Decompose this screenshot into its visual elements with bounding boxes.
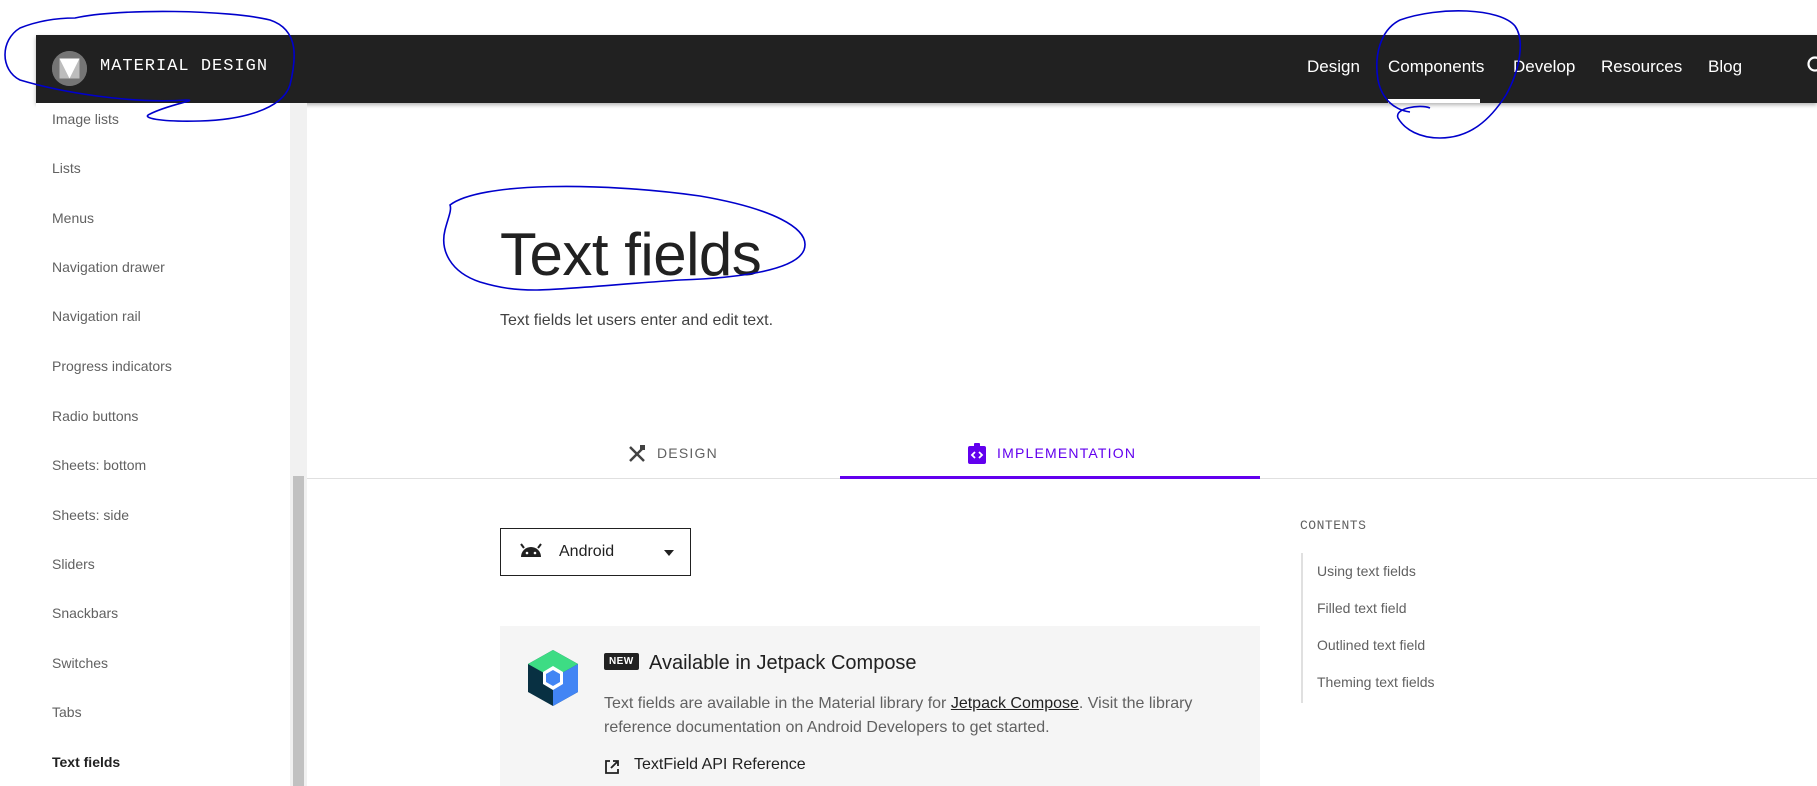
sidebar-item-menus[interactable]: Menus	[52, 210, 94, 226]
sidebar-item-switches[interactable]: Switches	[52, 655, 108, 671]
jetpack-compose-logo-icon	[528, 650, 578, 706]
nav-develop[interactable]: Develop	[1513, 57, 1575, 77]
nav-resources[interactable]: Resources	[1601, 57, 1682, 77]
contents-rail	[1301, 553, 1303, 703]
toc-item-outlined-text-field[interactable]: Outlined text field	[1317, 637, 1425, 653]
jetpack-compose-link[interactable]: Jetpack Compose	[951, 695, 1079, 712]
compose-callout-card: NEW Available in Jetpack Compose Text fi…	[500, 626, 1260, 786]
sidebar-item-lists[interactable]: Lists	[52, 160, 81, 176]
tab-active-indicator	[840, 476, 1260, 479]
platform-select[interactable]: Android	[500, 528, 691, 576]
sidebar-scrollbar-thumb[interactable]	[293, 476, 304, 786]
nav-active-indicator	[1388, 99, 1480, 103]
sidebar-item-navigation-rail[interactable]: Navigation rail	[52, 308, 141, 324]
sidebar-item-sheets-side[interactable]: Sheets: side	[52, 507, 129, 523]
compose-card-body-pre: Text fields are available in the Materia…	[604, 695, 951, 712]
open-in-new-icon	[605, 760, 619, 774]
page-subtitle: Text fields let users enter and edit tex…	[500, 312, 774, 329]
sidebar-nav: Image lists Lists Menus Navigation drawe…	[36, 103, 290, 786]
tab-design-label: DESIGN	[657, 445, 718, 461]
nav-blog[interactable]: Blog	[1708, 57, 1742, 77]
sidebar-item-radio-buttons[interactable]: Radio buttons	[52, 408, 138, 424]
android-icon	[520, 543, 542, 557]
sidebar-item-text-fields[interactable]: Text fields	[52, 754, 120, 770]
sidebar-item-sheets-bottom[interactable]: Sheets: bottom	[52, 457, 146, 473]
sidebar-item-navigation-drawer[interactable]: Navigation drawer	[52, 259, 165, 275]
platform-select-value: Android	[559, 543, 615, 560]
toc-item-filled-text-field[interactable]: Filled text field	[1317, 600, 1406, 616]
brand-title[interactable]: MATERIAL DESIGN	[100, 57, 268, 76]
textfield-api-reference-label: TextField API Reference	[634, 756, 806, 773]
page-title: Text fields	[500, 221, 762, 288]
sidebar-item-snackbars[interactable]: Snackbars	[52, 605, 118, 621]
tab-implementation-label: IMPLEMENTATION	[997, 445, 1137, 461]
toc-item-theming-text-fields[interactable]: Theming text fields	[1317, 674, 1435, 690]
sidebar-item-tabs[interactable]: Tabs	[52, 704, 82, 720]
nav-components[interactable]: Components	[1388, 57, 1484, 77]
compose-card-body: Text fields are available in the Materia…	[604, 692, 1224, 740]
sidebar-item-sliders[interactable]: Sliders	[52, 556, 95, 572]
contents-heading: CONTENTS	[1300, 518, 1367, 533]
design-tools-icon	[629, 445, 645, 462]
sidebar-item-progress-indicators[interactable]: Progress indicators	[52, 358, 172, 374]
sidebar-item-image-lists[interactable]: Image lists	[52, 111, 119, 127]
compose-card-title: Available in Jetpack Compose	[649, 652, 917, 674]
implementation-code-icon	[968, 443, 986, 464]
top-app-bar: MATERIAL DESIGN Design Components Develo…	[36, 35, 1817, 103]
tab-design[interactable]: DESIGN	[620, 440, 730, 478]
search-icon[interactable]	[1806, 55, 1817, 77]
nav-design[interactable]: Design	[1307, 57, 1360, 77]
tab-implementation[interactable]: IMPLEMENTATION	[960, 440, 1160, 478]
new-badge: NEW	[604, 653, 639, 670]
toc-item-using-text-fields[interactable]: Using text fields	[1317, 563, 1416, 579]
dropdown-arrow-icon	[664, 550, 674, 556]
material-logo-icon[interactable]	[52, 51, 87, 86]
